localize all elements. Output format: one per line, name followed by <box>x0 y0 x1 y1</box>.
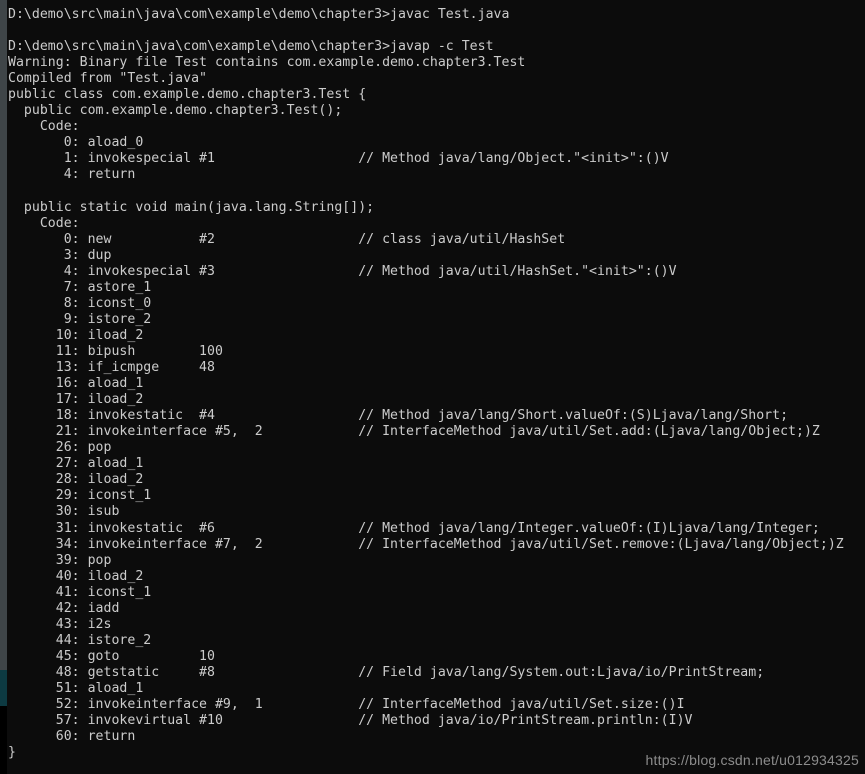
terminal-line: 4: return <box>8 167 136 183</box>
terminal-line: 40: iload_2 <box>8 568 144 584</box>
terminal-line: 48: getstatic #8 // Field java/lang/Syst… <box>8 664 765 680</box>
window-left-edge <box>0 0 7 774</box>
terminal-line: 29: iconst_1 <box>8 488 152 504</box>
terminal-line: 42: iadd <box>8 600 120 616</box>
terminal-line: Code: <box>8 215 80 231</box>
terminal-line: 31: invokestatic #6 // Method java/lang/… <box>8 520 820 536</box>
window-edge-tail <box>0 706 7 774</box>
terminal-line: 13: if_icmpge 48 <box>8 360 215 376</box>
terminal-line: 45: goto 10 <box>8 648 215 664</box>
csdn-watermark: https://blog.csdn.net/u012934325 <box>645 752 859 768</box>
terminal-line: public class com.example.demo.chapter3.T… <box>8 87 367 103</box>
terminal-line: 26: pop <box>8 440 112 456</box>
terminal-line: 0: new #2 // class java/util/HashSet <box>8 231 566 247</box>
terminal-line: 8: iconst_0 <box>8 295 152 311</box>
terminal-line: public static void main(java.lang.String… <box>8 199 375 215</box>
terminal-line: 0: aload_0 <box>8 135 144 151</box>
terminal-line: 1: invokespecial #1 // Method java/lang/… <box>8 151 669 167</box>
terminal-line: 60: return <box>8 729 136 745</box>
terminal-line: 28: iload_2 <box>8 472 144 488</box>
terminal-line: 7: astore_1 <box>8 279 152 295</box>
terminal-line: 16: aload_1 <box>8 376 144 392</box>
terminal-line: public com.example.demo.chapter3.Test(); <box>8 103 343 119</box>
terminal-line: 34: invokeinterface #7, 2 // InterfaceMe… <box>8 536 844 552</box>
terminal-line: 52: invokeinterface #9, 1 // InterfaceMe… <box>8 697 685 713</box>
terminal-line: 41: iconst_1 <box>8 584 152 600</box>
terminal-line: 44: istore_2 <box>8 632 152 648</box>
terminal-line: 10: iload_2 <box>8 327 144 343</box>
terminal-output[interactable]: D:\demo\src\main\java\com\example\demo\c… <box>0 0 865 774</box>
terminal-line: D:\demo\src\main\java\com\example\demo\c… <box>8 7 510 22</box>
terminal-line: 17: iload_2 <box>8 392 144 408</box>
terminal-line: Warning: Binary file Test contains com.e… <box>8 55 526 71</box>
terminal-line: Code: <box>8 119 80 135</box>
terminal-line: 27: aload_1 <box>8 456 144 472</box>
terminal-line: 18: invokestatic #4 // Method java/lang/… <box>8 408 789 424</box>
terminal-line: 51: aload_1 <box>8 680 144 696</box>
terminal-line: Compiled from "Test.java" <box>8 71 207 87</box>
terminal-line: 9: istore_2 <box>8 311 152 327</box>
terminal-line: 4: invokespecial #3 // Method java/util/… <box>8 263 677 279</box>
terminal-line: 21: invokeinterface #5, 2 // InterfaceMe… <box>8 424 820 440</box>
terminal-line: 11: bipush 100 <box>8 343 223 359</box>
terminal-line: 3: dup <box>8 247 112 263</box>
terminal-line: 57: invokevirtual #10 // Method java/io/… <box>8 713 693 729</box>
terminal-line: D:\demo\src\main\java\com\example\demo\c… <box>8 39 494 55</box>
terminal-line: 39: pop <box>8 552 112 568</box>
scrollbar-thumb[interactable] <box>0 670 7 706</box>
terminal-line: 43: i2s <box>8 616 112 632</box>
terminal-line: 30: isub <box>8 504 120 520</box>
